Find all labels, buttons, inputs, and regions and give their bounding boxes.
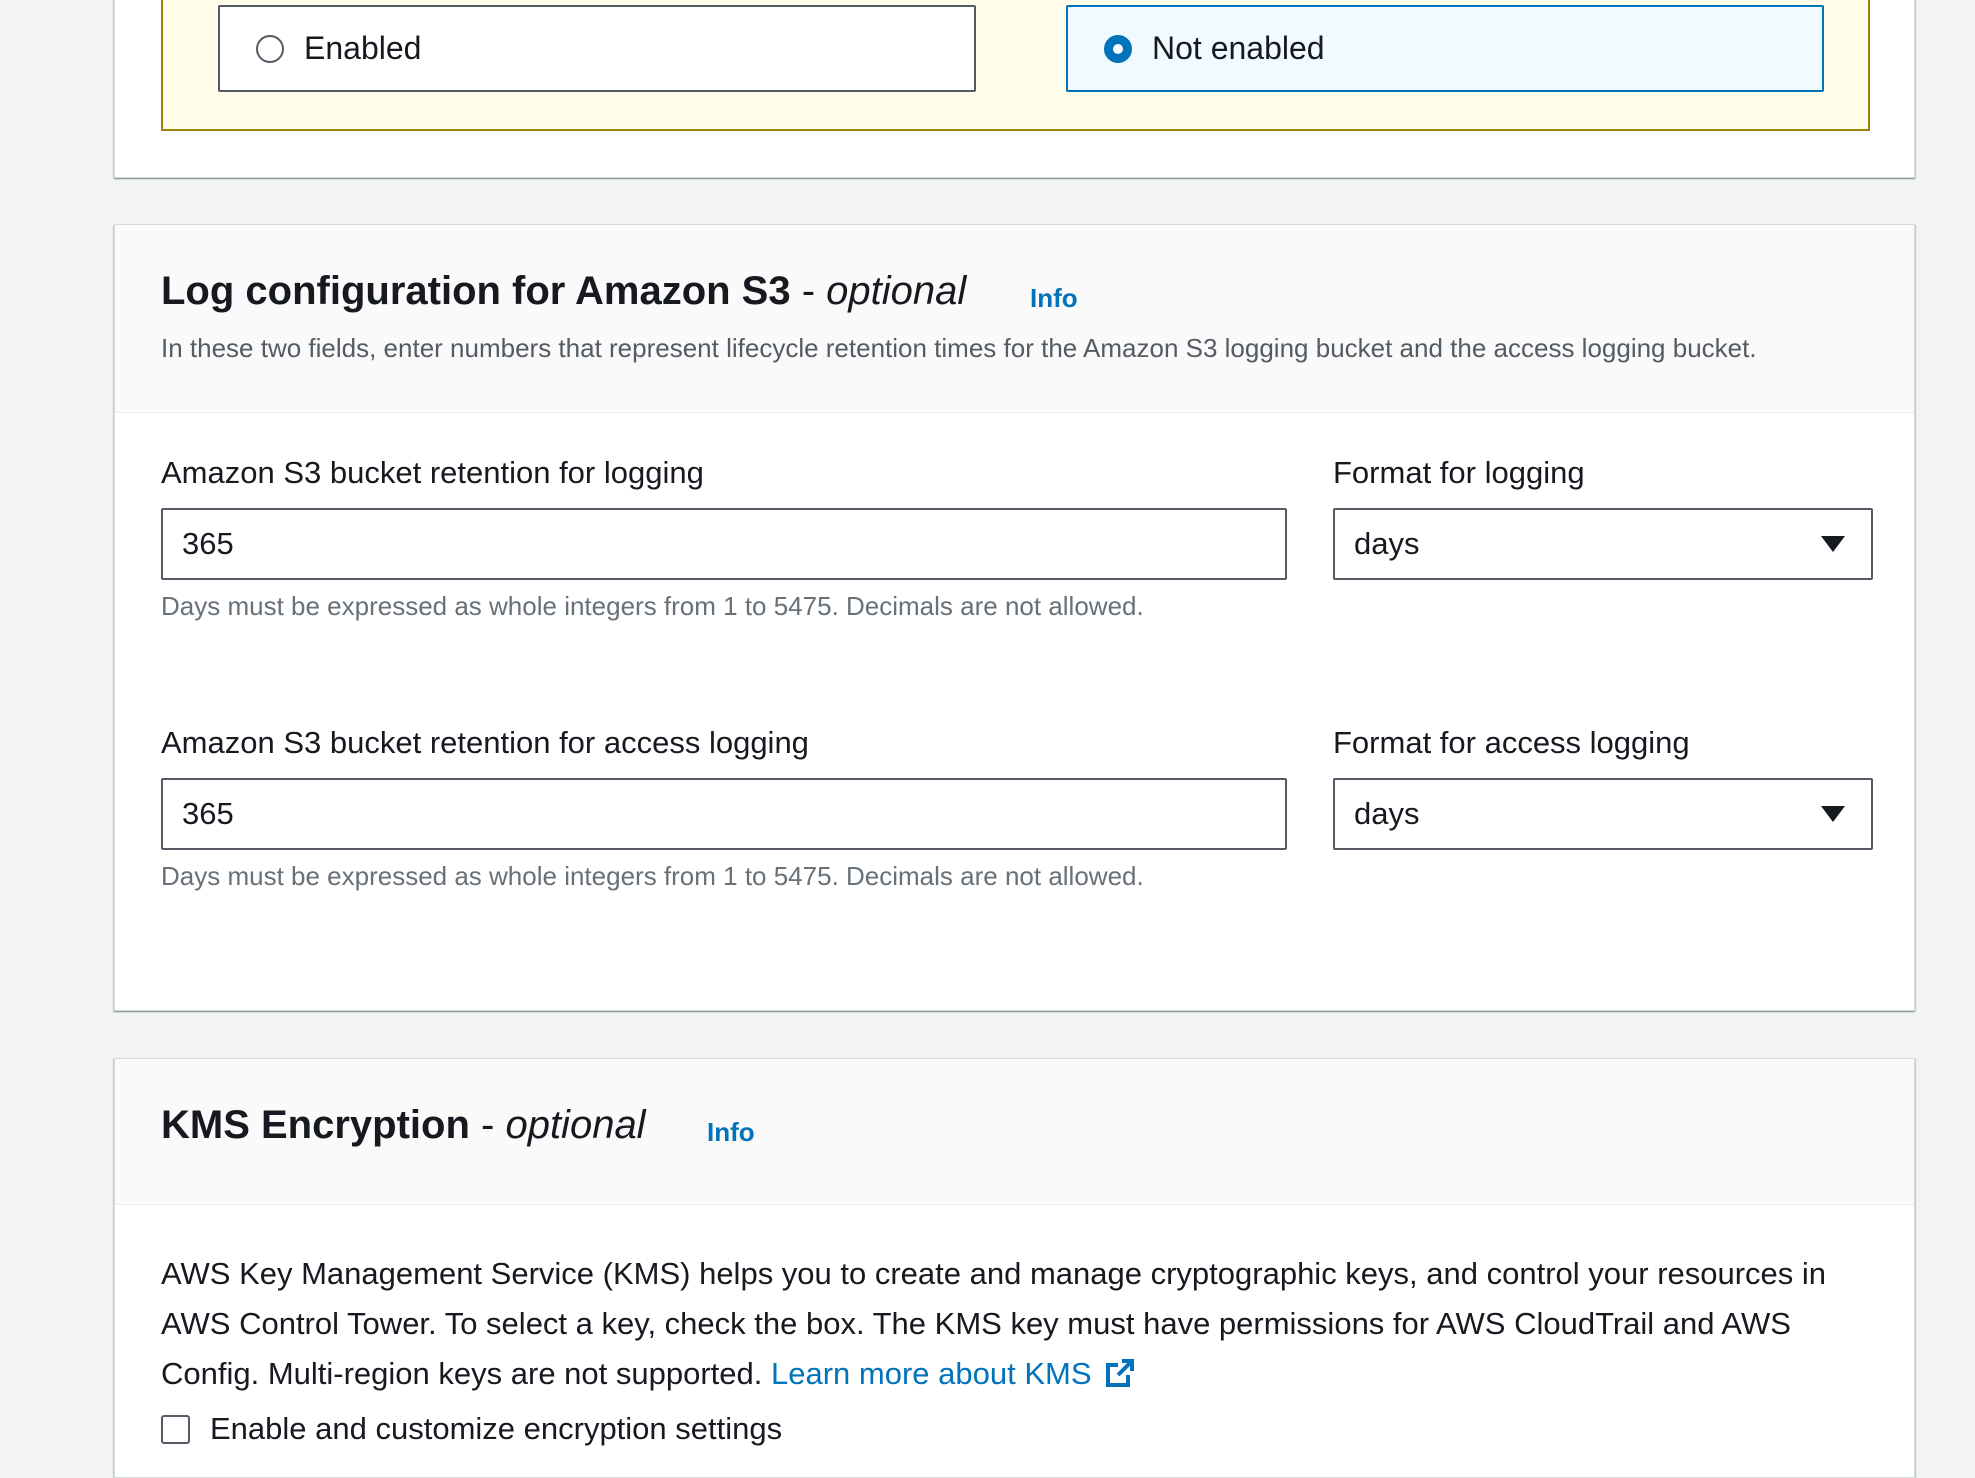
warning-highlight-box: Enabled Not enabled [161,0,1870,131]
caret-down-icon [1821,806,1845,822]
log-configuration-info-link[interactable]: Info [1030,283,1078,314]
kms-description: AWS Key Management Service (KMS) helps y… [161,1249,1881,1399]
log-configuration-panel: Log configuration for Amazon S3 - option… [114,224,1915,1011]
kms-encryption-panel: KMS Encryption - optional Info AWS Key M… [114,1058,1915,1478]
access-logging-retention-hint: Days must be expressed as whole integers… [161,861,1144,891]
radio-option-not-enabled[interactable]: Not enabled [1066,5,1824,92]
kms-title-text: KMS Encryption [161,1103,470,1147]
radio-section-panel: Enabled Not enabled [114,0,1915,178]
optional-label: optional [505,1103,646,1147]
title-dash: - [790,269,827,313]
logging-retention-input[interactable]: 365 [161,508,1287,580]
access-logging-format-label: Format for access logging [1333,725,1690,760]
kms-info-link[interactable]: Info [707,1117,755,1148]
radio-label-not-enabled: Not enabled [1152,30,1325,66]
optional-label: optional [826,269,967,313]
logging-format-select[interactable]: days [1333,508,1873,580]
checkbox-icon[interactable] [161,1414,190,1444]
kms-encryption-title: KMS Encryption - optional [161,1103,646,1148]
log-configuration-description: In these two fields, enter numbers that … [161,333,1757,363]
learn-more-kms-text: Learn more about KMS [771,1356,1092,1391]
log-configuration-header: Log configuration for Amazon S3 - option… [115,225,1914,413]
enable-encryption-label: Enable and customize encryption settings [210,1411,783,1446]
kms-encryption-header: KMS Encryption - optional Info [115,1059,1914,1205]
learn-more-kms-link[interactable]: Learn more about KMS [771,1356,1136,1391]
logging-retention-label: Amazon S3 bucket retention for logging [161,455,704,490]
log-configuration-title-text: Log configuration for Amazon S3 [161,269,791,313]
radio-selected-icon [1104,34,1132,63]
access-logging-retention-input[interactable]: 365 [161,778,1287,850]
logging-format-value: days [1354,526,1420,561]
title-dash: - [469,1103,506,1147]
logging-retention-hint: Days must be expressed as whole integers… [161,591,1144,621]
caret-down-icon [1821,536,1845,552]
access-logging-format-select[interactable]: days [1333,778,1873,850]
radio-option-enabled[interactable]: Enabled [218,5,976,92]
radio-label-enabled: Enabled [304,30,422,66]
log-configuration-title: Log configuration for Amazon S3 - option… [161,269,966,314]
access-logging-format-value: days [1354,796,1420,831]
enable-encryption-checkbox-row[interactable]: Enable and customize encryption settings [161,1411,782,1447]
access-logging-retention-label: Amazon S3 bucket retention for access lo… [161,725,809,760]
radio-unselected-icon [256,34,284,63]
logging-format-label: Format for logging [1333,455,1585,490]
external-link-icon [1106,1359,1135,1387]
